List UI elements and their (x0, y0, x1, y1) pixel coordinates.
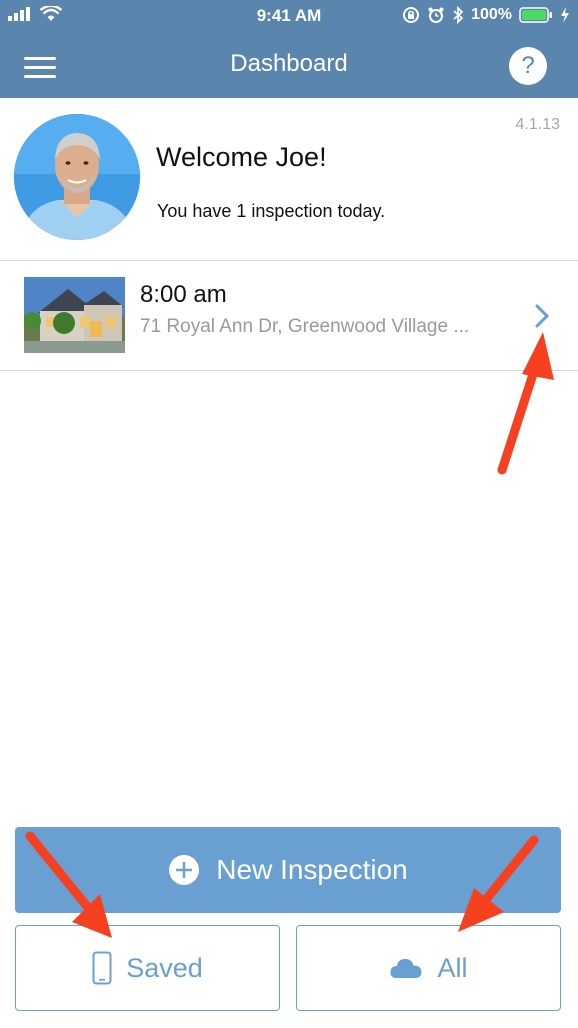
inspection-address: 71 Royal Ann Dr, Greenwood Village ... (140, 316, 470, 337)
avatar (14, 114, 140, 240)
plus-circle-icon (169, 855, 200, 885)
all-button[interactable]: All (296, 925, 561, 1011)
help-icon: ? (521, 52, 535, 79)
user-photo (14, 114, 140, 240)
house-thumbnail (24, 277, 125, 353)
inspection-time: 8:00 am (140, 281, 227, 308)
help-button[interactable]: ? (509, 47, 547, 85)
welcome-panel: 4.1.13 Welcome Joe! You have 1 inspectio… (0, 98, 578, 261)
charging-icon (561, 7, 569, 23)
rotation-lock-icon (403, 7, 420, 23)
status-right: 100% (402, 6, 570, 24)
nav-bar: Dashboard ? (0, 36, 578, 98)
phone-icon (92, 951, 112, 985)
battery-icon (519, 7, 552, 23)
inspection-row[interactable]: 8:00 am 71 Royal Ann Dr, Greenwood Villa… (0, 261, 578, 371)
alarm-icon (428, 7, 444, 23)
cloud-icon (390, 959, 422, 978)
battery-percent: 100% (471, 6, 512, 23)
new-inspection-button[interactable]: New Inspection (15, 827, 561, 913)
new-inspection-label: New Inspection (216, 854, 408, 885)
app-version: 4.1.13 (515, 116, 560, 133)
saved-label: Saved (126, 952, 203, 983)
bluetooth-icon (453, 6, 464, 24)
welcome-heading: Welcome Joe! (156, 142, 327, 172)
page-title: Dashboard (230, 50, 348, 77)
all-label: All (437, 952, 468, 983)
inspection-count-text: You have 1 inspection today. (157, 201, 386, 221)
status-bar: 9:41 AM 100% (0, 0, 578, 36)
chevron-right-icon[interactable] (530, 301, 554, 331)
saved-button[interactable]: Saved (15, 925, 280, 1011)
